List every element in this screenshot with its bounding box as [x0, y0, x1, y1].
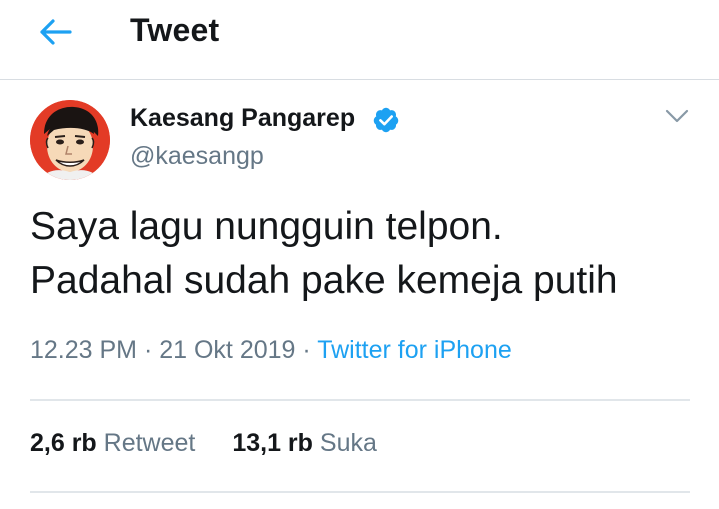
- retweets-label: Retweet: [103, 429, 196, 457]
- likes-label: Suka: [319, 429, 377, 457]
- chevron-down-icon[interactable]: [664, 106, 690, 126]
- tweet-stats: 2,6 rb Retweet 13,1 rb Suka: [30, 429, 377, 458]
- tweet-meta: 12.23 PM · 21 Okt 2019 · Twitter for iPh…: [30, 336, 512, 365]
- author-handle[interactable]: @kaesangp: [130, 142, 264, 171]
- meta-separator: ·: [137, 336, 160, 364]
- avatar[interactable]: [30, 100, 110, 180]
- top-app-bar: Tweet: [0, 0, 719, 80]
- tweet-date: 21 Okt 2019: [159, 336, 296, 364]
- avatar-caricature-icon: [30, 100, 110, 180]
- likes-stat[interactable]: 13,1 rb Suka: [232, 429, 377, 458]
- divider: [30, 491, 690, 493]
- back-arrow-icon[interactable]: [38, 16, 74, 48]
- meta-separator: ·: [295, 336, 318, 364]
- verified-badge-icon: [373, 107, 399, 133]
- tweet-text-line: Saya lagu nungguin telpon.: [30, 205, 503, 248]
- tweet-text: Saya lagu nungguin telpon. Padahal sudah…: [30, 200, 700, 308]
- likes-count: 13,1 rb: [232, 429, 313, 457]
- tweet-source-link[interactable]: Twitter for iPhone: [317, 336, 512, 364]
- tweet-time: 12.23 PM: [30, 336, 138, 364]
- tweet-text-line: Padahal sudah pake kemeja putih: [30, 259, 618, 302]
- retweets-stat[interactable]: 2,6 rb Retweet: [30, 429, 195, 458]
- retweets-count: 2,6 rb: [30, 429, 97, 457]
- page-title: Tweet: [130, 12, 220, 48]
- divider: [30, 399, 690, 401]
- author-name[interactable]: Kaesang Pangarep: [130, 104, 355, 133]
